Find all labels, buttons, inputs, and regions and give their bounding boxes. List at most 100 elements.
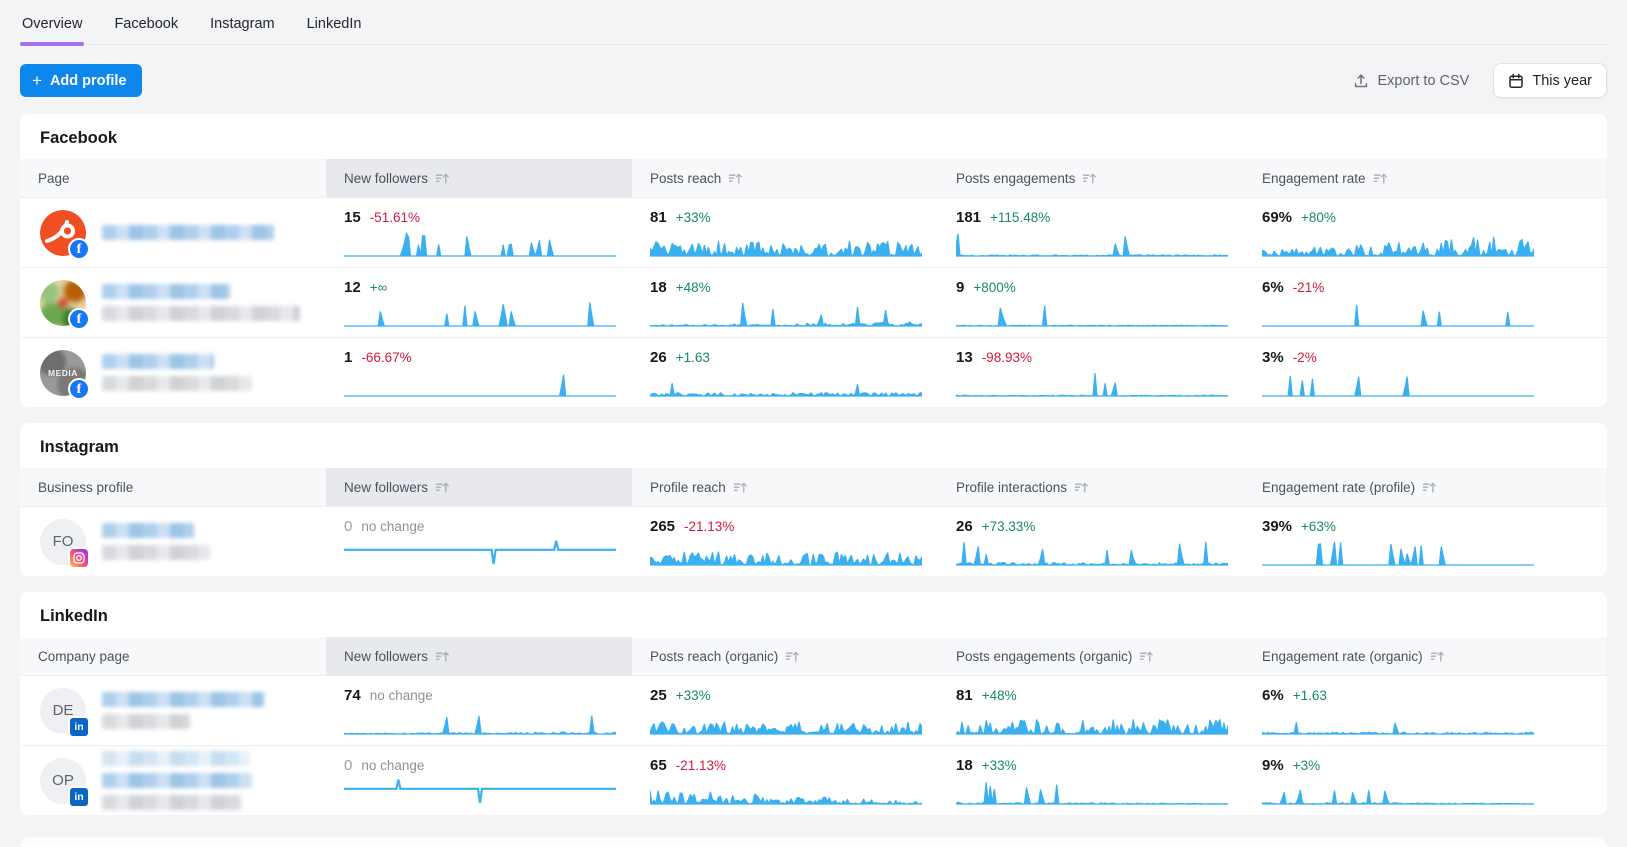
sparkline — [344, 538, 616, 566]
column-header-engagement-rate-organic[interactable]: Engagement rate (organic) — [1244, 637, 1607, 675]
metric-change: +1.63 — [1293, 688, 1327, 703]
sort-icon — [1139, 650, 1154, 663]
tab-bar: Overview Facebook Instagram LinkedIn — [20, 0, 1607, 45]
metric-value: 69% — [1262, 209, 1292, 226]
column-header-profile-reach[interactable]: Profile reach — [632, 468, 938, 506]
metric-change: +33% — [982, 758, 1017, 773]
metric-change: +115.48% — [990, 210, 1050, 225]
column-header-engagement-rate[interactable]: Engagement rate — [1244, 159, 1607, 197]
metric-change: +800% — [973, 280, 1015, 295]
column-label: New followers — [344, 649, 428, 664]
tab-facebook[interactable]: Facebook — [112, 0, 180, 44]
column-header-posts-reach-organic[interactable]: Posts reach (organic) — [632, 637, 938, 675]
tab-linkedin[interactable]: LinkedIn — [305, 0, 364, 44]
metric-value: 6% — [1262, 687, 1284, 704]
date-range-button[interactable]: This year — [1493, 63, 1607, 98]
metric-cell: 181+115.48% — [938, 198, 1244, 267]
metric-value: 18 — [956, 757, 973, 774]
metric-head: 69% +80% — [1262, 209, 1589, 226]
avatar: MEDIAf — [40, 350, 86, 396]
column-header-posts-engagements-organic[interactable]: Posts engagements (organic) — [938, 637, 1244, 675]
add-profile-label: Add profile — [50, 73, 127, 89]
redacted-text-line — [102, 284, 230, 299]
table-row[interactable]: FO 0no change265-21.13%26+73.33%39%+63% — [20, 506, 1607, 576]
column-label: New followers — [344, 480, 428, 495]
tab-instagram[interactable]: Instagram — [208, 0, 276, 44]
column-label: Engagement rate (organic) — [1262, 649, 1423, 664]
metric-head: 18+48% — [650, 279, 920, 296]
sparkline — [1262, 229, 1534, 257]
add-profile-button[interactable]: + Add profile — [20, 64, 142, 97]
table-row[interactable]: MEDIAf1-66.67%26+1.6313-98.93%3%-2% — [20, 337, 1607, 407]
column-header-posts-reach[interactable]: Posts reach — [632, 159, 938, 197]
sort-icon — [435, 172, 450, 185]
sort-icon — [1074, 481, 1089, 494]
column-header-new-followers[interactable]: New followers — [326, 637, 632, 675]
redacted-text-line — [102, 306, 300, 321]
profile-name-redacted — [102, 523, 210, 560]
sparkline — [650, 538, 922, 566]
metric-change: -98.93% — [982, 350, 1032, 365]
sparkline — [344, 777, 616, 805]
sparkline — [1262, 369, 1534, 397]
column-label: Posts engagements — [956, 171, 1075, 186]
column-header-new-followers[interactable]: New followers — [326, 468, 632, 506]
table-row[interactable]: f 15-51.61% 81+33% 181+115.48% 69% +80% — [20, 197, 1607, 267]
metric-cell: 74no change — [326, 676, 632, 745]
profile-cell: FO — [20, 507, 326, 576]
metric-cell: 39%+63% — [1244, 507, 1607, 576]
linkedin-badge-icon: in — [68, 786, 90, 808]
section-title: Instagram — [20, 423, 1607, 468]
avatar: OPin — [40, 758, 86, 804]
metric-change: +33% — [676, 688, 711, 703]
redacted-text-line — [102, 354, 214, 369]
sparkline — [956, 777, 1228, 805]
metric-change: -21.13% — [684, 519, 734, 534]
redacted-text-line — [102, 376, 252, 391]
metric-head: 13-98.93% — [956, 349, 1226, 366]
table-row[interactable]: f12+∞18+48%9+800%6%-21% — [20, 267, 1607, 337]
metric-value: 9% — [1262, 757, 1284, 774]
column-label: Page — [38, 171, 70, 186]
metric-value: 26 — [956, 518, 973, 535]
sections: FacebookPageNew followersPosts reachPost… — [20, 114, 1607, 815]
metric-head: 81+33% — [650, 209, 920, 226]
column-header-new-followers[interactable]: New followers — [326, 159, 632, 197]
metric-value: 3% — [1262, 349, 1284, 366]
profile-name-redacted — [102, 284, 300, 321]
column-header-engagement-rate-profile[interactable]: Engagement rate (profile) — [1244, 468, 1607, 506]
sort-icon — [728, 172, 743, 185]
metric-head: 6%-21% — [1262, 279, 1589, 296]
profile-cell: OPin — [20, 746, 326, 815]
metric-value: 9 — [956, 279, 964, 296]
table-row[interactable]: DEin74no change25+33%81+48%6%+1.63 — [20, 675, 1607, 745]
tab-overview[interactable]: Overview — [20, 0, 84, 44]
avatar: FO — [40, 519, 86, 565]
metric-cell: 0no change — [326, 507, 632, 576]
column-header-profile-interactions[interactable]: Profile interactions — [938, 468, 1244, 506]
social-tracker-overview: Overview Facebook Instagram LinkedIn + Add … — [0, 0, 1627, 847]
column-label: Posts reach — [650, 171, 721, 186]
column-header-page: Page — [20, 159, 326, 197]
metric-head: 81+48% — [956, 687, 1226, 704]
metric-change: no change — [361, 758, 424, 773]
metric-cell: 265-21.13% — [632, 507, 938, 576]
profile-cell: MEDIAf — [20, 338, 326, 407]
sparkline — [1262, 299, 1534, 327]
metric-cell: 18+48% — [632, 268, 938, 337]
metric-head: 15-51.61% — [344, 209, 614, 226]
column-header-posts-engagements[interactable]: Posts engagements — [938, 159, 1244, 197]
metric-change: +80% — [1301, 210, 1336, 225]
metric-change: +∞ — [370, 280, 388, 295]
sparkline — [344, 229, 616, 257]
metric-value: 74 — [344, 687, 361, 704]
table-row[interactable]: OPin0no change65-21.13%18+33%9%+3% — [20, 745, 1607, 815]
metric-head: 74no change — [344, 687, 614, 704]
sort-icon — [1430, 650, 1445, 663]
sparkline — [344, 707, 616, 735]
profile-cell: f — [20, 198, 326, 267]
sparkline — [1262, 538, 1534, 566]
metric-head: 18 +33% — [956, 757, 1226, 774]
metric-cell: 26+73.33% — [938, 507, 1244, 576]
export-csv-button[interactable]: Export to CSV — [1353, 73, 1469, 89]
